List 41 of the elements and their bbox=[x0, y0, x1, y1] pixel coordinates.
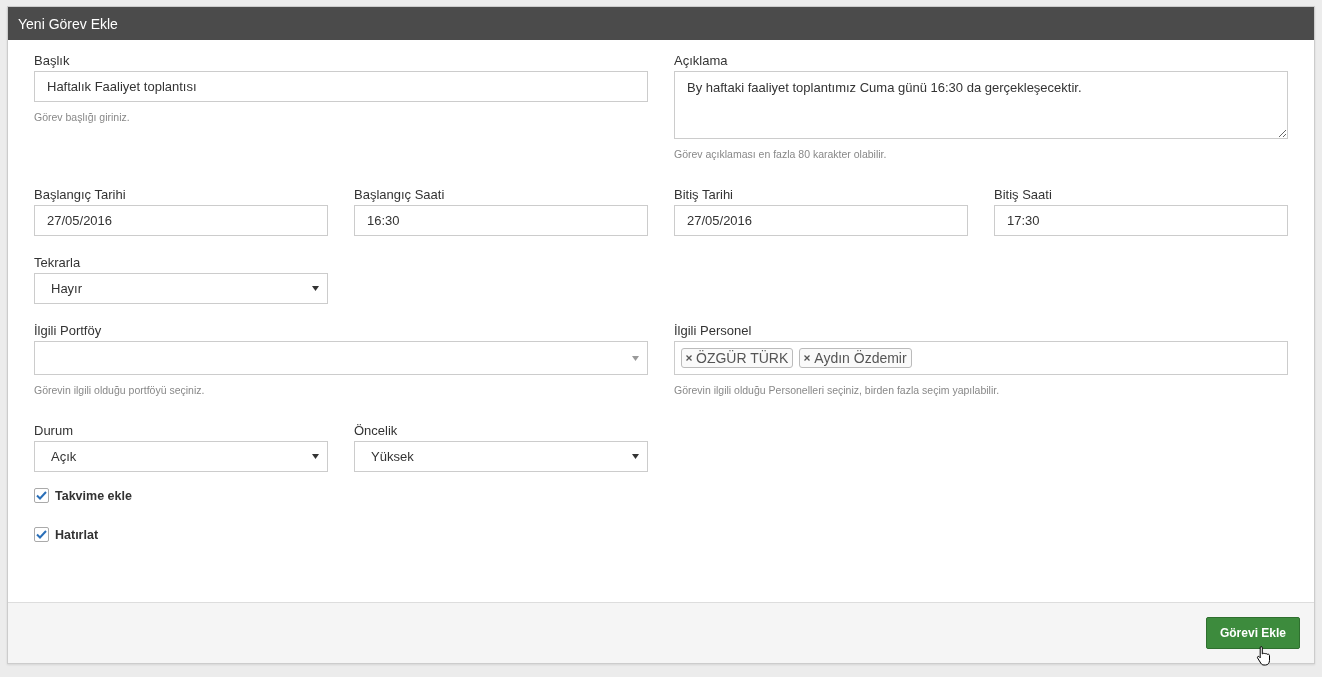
help-text: Görev açıklaması en fazla 80 karakter olabilir. bbox=[674, 148, 888, 160]
remove-icon[interactable] bbox=[686, 355, 692, 361]
checkbox[interactable] bbox=[34, 488, 49, 503]
caret-icon bbox=[632, 355, 639, 361]
text-field[interactable]: 16:30 bbox=[354, 205, 648, 236]
checkbox-label: Hatırlat bbox=[55, 527, 99, 542]
field-label: Öncelik bbox=[354, 424, 399, 438]
select-field[interactable] bbox=[34, 341, 648, 375]
field-label: Başlık bbox=[34, 54, 71, 68]
field-label: Başlangıç Tarihi bbox=[34, 188, 127, 202]
select-field[interactable]: Hayır bbox=[34, 273, 328, 304]
field-label: Tekrarla bbox=[34, 256, 82, 270]
caret-icon bbox=[312, 286, 319, 291]
field-label: Durum bbox=[34, 424, 74, 438]
field-label: İlgili Portföy bbox=[34, 324, 103, 338]
caret-icon bbox=[632, 454, 639, 459]
help-text: Görevin ilgili olduğu portföyü seçiniz. bbox=[34, 384, 206, 396]
field-label: Bitiş Saati bbox=[994, 188, 1053, 202]
caret-icon bbox=[312, 454, 319, 459]
field-label: Açıklama bbox=[674, 54, 729, 68]
checkbox[interactable] bbox=[34, 527, 49, 542]
help-text: Görevin ilgili olduğu Personelleri seçiniz, birden fazla seçim yapılabilir. bbox=[674, 384, 1001, 396]
remove-icon[interactable] bbox=[804, 355, 811, 361]
field-label: Başlangıç Saati bbox=[354, 188, 446, 202]
submit-button[interactable]: Görevi Ekle bbox=[1205, 617, 1300, 649]
text-area[interactable]: By haftaki faaliyet toplantımız Cuma günü 16:30 da gerçekleşecektir. bbox=[674, 71, 1288, 139]
field-label: Bitiş Tarihi bbox=[674, 188, 734, 202]
selected-tag[interactable]: ÖZGÜR TÜRK bbox=[681, 348, 794, 368]
select-field[interactable]: Açık bbox=[34, 441, 328, 472]
help-text: Görev başlığı giriniz. bbox=[34, 111, 131, 123]
multi-select-field[interactable]: ÖZGÜR TÜRK Aydın Özdemir bbox=[674, 341, 1288, 375]
text-field[interactable]: 27/05/2016 bbox=[34, 205, 328, 236]
resize-handle-icon[interactable] bbox=[1279, 130, 1286, 137]
select-field[interactable]: Yüksek bbox=[354, 441, 648, 472]
checkbox-label: Takvime ekle bbox=[55, 488, 132, 503]
panel-title: Yeni Görev Ekle bbox=[18, 15, 118, 32]
text-field[interactable]: Haftalık Faaliyet toplantısı bbox=[34, 71, 648, 102]
text-field[interactable]: 27/05/2016 bbox=[674, 205, 968, 236]
text-field[interactable]: 17:30 bbox=[994, 205, 1288, 236]
selected-tag[interactable]: Aydın Özdemir bbox=[799, 348, 912, 368]
field-label: İlgili Personel bbox=[674, 324, 753, 338]
